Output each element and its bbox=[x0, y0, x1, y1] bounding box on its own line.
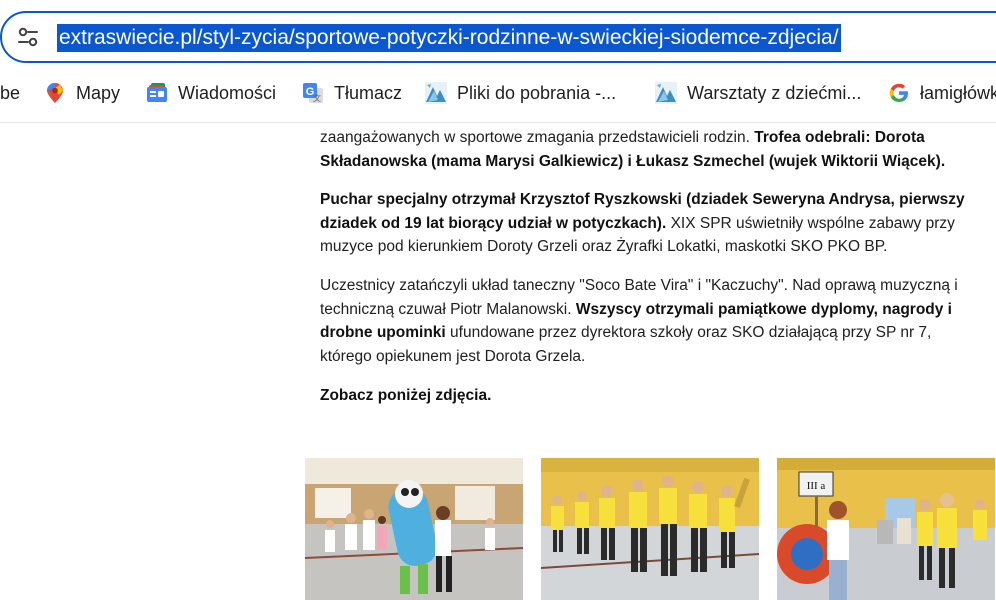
article-paragraph: zaangażowanych w sportowe zmagania przed… bbox=[320, 126, 985, 173]
google-g-icon bbox=[889, 83, 908, 102]
google-news-icon bbox=[147, 83, 167, 102]
photo-image: III a bbox=[777, 458, 995, 600]
bookmark-label: be bbox=[0, 82, 21, 103]
photo-image bbox=[305, 458, 523, 600]
site-favicon-icon bbox=[425, 82, 447, 104]
bookmark-label: Pliki do pobrania -... bbox=[457, 82, 617, 103]
bookmark-label: Wiadomości bbox=[178, 82, 277, 103]
paragraph-text: zaangażowanych w sportowe zmagania przed… bbox=[320, 129, 755, 146]
url-text[interactable]: extraswiecie.pl/styl-zycia/sportowe-poty… bbox=[57, 24, 841, 52]
article-paragraph: Uczestnicy zatańczyli układ taneczny "So… bbox=[320, 274, 985, 368]
gallery-photo-2[interactable] bbox=[541, 458, 759, 600]
bookmark-tlumacz[interactable]: G 文 Tłumacz bbox=[302, 76, 402, 110]
bookmark-warsztaty[interactable]: Warsztaty z dziećmi... bbox=[655, 76, 861, 110]
address-bar[interactable]: extraswiecie.pl/styl-zycia/sportowe-poty… bbox=[0, 11, 996, 63]
google-translate-icon: G 文 bbox=[303, 83, 323, 103]
bookmark-label: Warsztaty z dziećmi... bbox=[687, 82, 862, 103]
gallery-photo-1[interactable] bbox=[305, 458, 523, 600]
photo-image bbox=[541, 458, 759, 600]
bookmark-wiadomosci[interactable]: Wiadomości bbox=[146, 76, 276, 110]
browser-chrome: extraswiecie.pl/styl-zycia/sportowe-poty… bbox=[0, 0, 996, 123]
gallery-photo-3[interactable]: III a bbox=[777, 458, 995, 600]
bookmark-label: Mapy bbox=[76, 82, 121, 103]
article-paragraph: Puchar specjalny otrzymał Krzysztof Rysz… bbox=[320, 188, 985, 259]
article-paragraph: Zobacz poniżej zdjęcia. bbox=[320, 384, 985, 408]
bookmark-lamiglowki[interactable]: łamigłówk bbox=[888, 76, 996, 110]
svg-text:文: 文 bbox=[313, 93, 321, 103]
page-content: zaangażowanych w sportowe zmagania przed… bbox=[0, 123, 996, 600]
site-favicon-icon bbox=[655, 82, 677, 104]
bookmark-pliki[interactable]: Pliki do pobrania -... bbox=[425, 76, 616, 110]
bookmark-truncated[interactable]: be bbox=[0, 76, 20, 110]
paragraph-bold-text: Zobacz poniżej zdjęcia. bbox=[320, 387, 492, 404]
bookmarks-bar: be Mapy Wiadomości G 文 Tłumacz Pliki do … bbox=[0, 76, 996, 110]
bookmark-label: łamigłówk bbox=[920, 82, 996, 103]
site-settings-icon[interactable] bbox=[17, 26, 39, 48]
bookmark-mapy[interactable]: Mapy bbox=[44, 76, 120, 110]
photo-sign-text: III a bbox=[807, 480, 826, 492]
google-maps-icon bbox=[47, 83, 63, 103]
bookmark-label: Tłumacz bbox=[334, 82, 403, 103]
